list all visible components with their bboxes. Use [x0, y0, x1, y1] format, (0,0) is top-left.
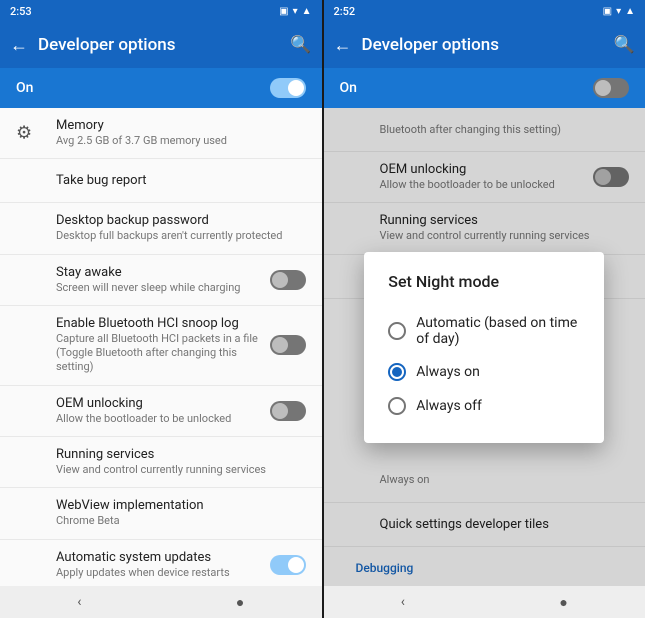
status-bar-right: 2:52 ▣ ▾ ▲: [324, 0, 645, 22]
toggle-bt-hci[interactable]: [270, 335, 306, 355]
time-left: 2:53: [10, 5, 32, 18]
app-header-right: ← Developer options 🔍: [324, 22, 645, 68]
on-label-right: On: [340, 80, 357, 96]
setting-auto-updates[interactable]: Automatic system updates Apply updates w…: [0, 540, 322, 586]
search-icon-left[interactable]: 🔍: [290, 35, 311, 55]
status-icons-left: ▣ ▾ ▲: [279, 6, 311, 17]
radio-always-off[interactable]: Always off: [388, 389, 580, 423]
setting-rs-text: Running services View and control curren…: [56, 447, 306, 477]
radio-circle-automatic: [388, 322, 406, 340]
wifi-icon-right: ▾: [616, 6, 621, 17]
setting-bug-title: Take bug report: [56, 173, 306, 188]
setting-backup-title: Desktop backup password: [56, 213, 306, 228]
setting-bug-text: Take bug report: [56, 173, 306, 188]
dialog-title: Set Night mode: [388, 272, 580, 291]
time-right: 2:52: [334, 5, 356, 18]
signal-icon-right: ▲: [625, 6, 635, 17]
battery-icon: ▣: [279, 6, 288, 17]
radio-circle-always-on: [388, 363, 406, 381]
setting-au-title: Automatic system updates: [56, 550, 270, 565]
battery-icon-right: ▣: [603, 6, 612, 17]
main-toggle-right[interactable]: [593, 78, 629, 98]
on-toggle-bar-left[interactable]: On: [0, 68, 322, 108]
toggle-stay-awake[interactable]: [270, 270, 306, 290]
back-button-right[interactable]: ←: [334, 35, 352, 56]
setting-stay-awake[interactable]: Stay awake Screen will never sleep while…: [0, 255, 322, 306]
back-button-left[interactable]: ←: [10, 35, 28, 56]
radio-label-always-on: Always on: [416, 364, 480, 380]
back-nav-right[interactable]: ‹: [401, 594, 405, 610]
setting-memory-subtitle: Avg 2.5 GB of 3.7 GB memory used: [56, 134, 306, 148]
setting-au-text: Automatic system updates Apply updates w…: [56, 550, 270, 580]
toggle-oem[interactable]: [270, 401, 306, 421]
nav-bar-left: ‹ ●: [0, 586, 322, 618]
radio-circle-always-off: [388, 397, 406, 415]
main-toggle-left[interactable]: [270, 78, 306, 98]
setting-bt-text: Enable Bluetooth HCI snoop log Capture a…: [56, 316, 270, 375]
setting-rs-title: Running services: [56, 447, 306, 462]
app-header-left: ← Developer options 🔍: [0, 22, 322, 68]
radio-label-automatic: Automatic (based on time of day): [416, 315, 580, 347]
on-label-left: On: [16, 80, 33, 96]
radio-inner-always-on: [392, 367, 402, 377]
radio-always-on[interactable]: Always on: [388, 355, 580, 389]
search-icon-right[interactable]: 🔍: [614, 35, 635, 55]
toggle-knob-left: [288, 80, 304, 96]
home-nav-right[interactable]: ●: [559, 594, 567, 611]
setting-bt-subtitle: Capture all Bluetooth HCI packets in a f…: [56, 332, 270, 375]
set-night-mode-dialog: Set Night mode Automatic (based on time …: [364, 252, 604, 443]
setting-wv-subtitle: Chrome Beta: [56, 514, 306, 528]
radio-label-always-off: Always off: [416, 398, 482, 414]
setting-stay-subtitle: Screen will never sleep while charging: [56, 281, 270, 295]
signal-icon: ▲: [302, 6, 312, 17]
setting-oem-title: OEM unlocking: [56, 396, 270, 411]
status-icons-right: ▣ ▾ ▲: [603, 6, 635, 17]
setting-backup-subtitle: Desktop full backups aren't currently pr…: [56, 229, 306, 243]
radio-automatic[interactable]: Automatic (based on time of day): [388, 307, 580, 355]
nav-bar-right: ‹ ●: [324, 586, 645, 618]
toggle-auto-updates[interactable]: [270, 555, 306, 575]
setting-oem-text: OEM unlocking Allow the bootloader to be…: [56, 396, 270, 426]
setting-backup-password[interactable]: Desktop backup password Desktop full bac…: [0, 203, 322, 254]
setting-wv-title: WebView implementation: [56, 498, 306, 513]
settings-list-left: ⚙ Memory Avg 2.5 GB of 3.7 GB memory use…: [0, 108, 322, 586]
setting-memory-text: Memory Avg 2.5 GB of 3.7 GB memory used: [56, 118, 306, 148]
setting-wv-text: WebView implementation Chrome Beta: [56, 498, 306, 528]
setting-stay-text: Stay awake Screen will never sleep while…: [56, 265, 270, 295]
setting-oem-unlocking[interactable]: OEM unlocking Allow the bootloader to be…: [0, 386, 322, 437]
setting-au-subtitle: Apply updates when device restarts: [56, 566, 270, 580]
setting-webview[interactable]: WebView implementation Chrome Beta: [0, 488, 322, 539]
home-nav-left[interactable]: ●: [236, 594, 244, 611]
setting-stay-title: Stay awake: [56, 265, 270, 280]
setting-bt-title: Enable Bluetooth HCI snoop log: [56, 316, 270, 331]
setting-oem-subtitle: Allow the bootloader to be unlocked: [56, 412, 270, 426]
right-phone-panel: 2:52 ▣ ▾ ▲ ← Developer options 🔍 On Blue…: [324, 0, 645, 618]
setting-bug-report[interactable]: Take bug report: [0, 159, 322, 203]
setting-memory[interactable]: ⚙ Memory Avg 2.5 GB of 3.7 GB memory use…: [0, 108, 322, 159]
wifi-icon: ▾: [293, 6, 298, 17]
setting-backup-text: Desktop backup password Desktop full bac…: [56, 213, 306, 243]
back-nav-left[interactable]: ‹: [77, 594, 81, 610]
setting-bluetooth-hci[interactable]: Enable Bluetooth HCI snoop log Capture a…: [0, 306, 322, 386]
left-phone-panel: 2:53 ▣ ▾ ▲ ← Developer options 🔍 On ⚙ Me…: [0, 0, 322, 618]
page-title-left: Developer options: [38, 35, 280, 55]
page-title-right: Developer options: [362, 35, 604, 55]
status-bar-left: 2:53 ▣ ▾ ▲: [0, 0, 322, 22]
setting-running-services[interactable]: Running services View and control curren…: [0, 437, 322, 488]
setting-rs-subtitle: View and control currently running servi…: [56, 463, 306, 477]
memory-icon: ⚙: [16, 123, 32, 144]
setting-memory-title: Memory: [56, 118, 306, 133]
dimmed-content: Bluetooth after changing this setting) O…: [324, 108, 645, 586]
dialog-overlay: Set Night mode Automatic (based on time …: [324, 108, 645, 586]
on-toggle-bar-right[interactable]: On: [324, 68, 645, 108]
